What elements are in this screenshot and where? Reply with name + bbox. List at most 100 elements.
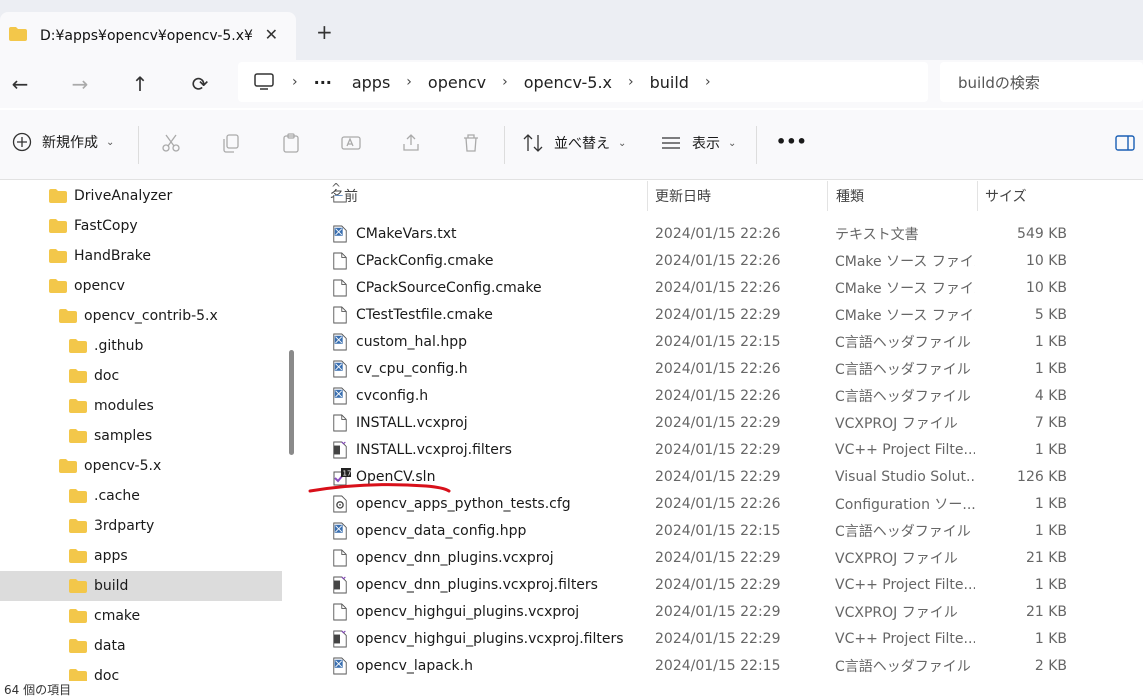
chevron-right-icon: › xyxy=(292,74,298,90)
file-row[interactable]: CPackConfig.cmake 2024/01/15 22:26 CMake ソ… xyxy=(324,247,1094,274)
file-size: 126 KB xyxy=(1017,468,1067,485)
file-date: 2024/01/15 22:29 xyxy=(655,603,781,620)
sort-label: 並べ替え xyxy=(554,136,610,152)
sidebar-item[interactable]: opencv xyxy=(0,271,282,301)
file-row[interactable]: opencv_dnn_plugins.vcxproj.filters 2024/0… xyxy=(324,571,1094,598)
new-tab-button[interactable]: + xyxy=(316,20,333,44)
breadcrumb-apps[interactable]: apps xyxy=(352,73,390,92)
file-row[interactable]: opencv_highgui_plugins.vcxproj.filters 20… xyxy=(324,625,1094,652)
file-date: 2024/01/15 22:29 xyxy=(655,306,781,323)
breadcrumb-opencv[interactable]: opencv xyxy=(428,73,486,92)
file-type: C言語ヘッダファイル xyxy=(835,361,971,378)
file-row[interactable]: CTestTestfile.cmake 2024/01/15 22:29 CMake… xyxy=(324,301,1094,328)
sidebar-item[interactable]: .cache xyxy=(0,481,282,511)
sidebar-item[interactable]: doc xyxy=(0,661,282,681)
file-date: 2024/01/15 22:15 xyxy=(655,522,781,539)
file-icon xyxy=(332,252,348,274)
file-type: CMake ソース ファイル xyxy=(835,280,975,297)
sidebar-item[interactable]: HandBrake xyxy=(0,241,282,271)
file-name: CMakeVars.txt xyxy=(356,225,457,242)
file-date: 2024/01/15 22:29 xyxy=(655,549,781,566)
navigation-pane: DriveAnalyzer FastCopy HandBrake opencv open… xyxy=(0,181,300,681)
file-icon xyxy=(332,549,348,571)
share-button[interactable] xyxy=(400,132,422,154)
folder-icon xyxy=(68,338,88,354)
sidebar-item[interactable]: 3rdparty xyxy=(0,511,282,541)
sidebar-item[interactable]: data xyxy=(0,631,282,661)
file-name: opencv_lapack.h xyxy=(356,657,473,674)
folder-icon xyxy=(68,668,88,681)
sidebar-item-label: 3rdparty xyxy=(94,518,155,534)
more-options-button[interactable]: ••• xyxy=(776,132,807,151)
up-button[interactable]: ↑ xyxy=(124,68,156,100)
sort-button[interactable]: 並べ替え ⌄ xyxy=(522,132,626,154)
sidebar-item-label: opencv_contrib-5.x xyxy=(84,308,218,324)
file-row[interactable]: opencv_dnn_plugins.vcxproj 2024/01/15 22:… xyxy=(324,544,1094,571)
sidebar-item-label: data xyxy=(94,638,126,654)
file-row[interactable]: opencv_highgui_plugins.vcxproj 2024/01/15… xyxy=(324,598,1094,625)
file-row[interactable]: cvconfig.h 2024/01/15 22:26 C言語ヘッダファイル 4 KB xyxy=(324,382,1094,409)
file-date: 2024/01/15 22:29 xyxy=(655,630,781,647)
file-row[interactable]: CMakeVars.txt 2024/01/15 22:26 テキスト文書 549 K… xyxy=(324,220,1094,247)
breadcrumb-overflow[interactable]: ··· xyxy=(314,73,332,92)
file-row[interactable]: cv_cpu_config.h 2024/01/15 22:26 C言語ヘッダファイ… xyxy=(324,355,1094,382)
sort-icon xyxy=(523,134,543,152)
file-date: 2024/01/15 22:29 xyxy=(655,414,781,431)
delete-button[interactable] xyxy=(460,132,482,154)
sidebar-item[interactable]: DriveAnalyzer xyxy=(0,181,282,211)
details-pane-button[interactable] xyxy=(1114,132,1136,154)
sidebar-item[interactable]: opencv-5.x xyxy=(0,451,282,481)
breadcrumb-build[interactable]: build xyxy=(650,73,689,92)
navigation-bar: ← → ↑ ⟳ › ··· apps › opencv › opencv-5.x… xyxy=(0,60,1143,108)
view-label: 表示 xyxy=(692,136,720,152)
folder-icon xyxy=(68,518,88,534)
file-row[interactable]: custom_hal.hpp 2024/01/15 22:15 C言語ヘッダファイル… xyxy=(324,328,1094,355)
view-button[interactable]: 表示 ⌄ xyxy=(660,132,736,154)
breadcrumb-opencv-5x[interactable]: opencv-5.x xyxy=(524,73,612,92)
details-pane-icon xyxy=(1115,135,1135,151)
sidebar-item[interactable]: apps xyxy=(0,541,282,571)
sidebar-item[interactable]: doc xyxy=(0,361,282,391)
file-name: opencv_highgui_plugins.vcxproj.filters xyxy=(356,630,624,647)
divider xyxy=(756,126,757,164)
file-name: INSTALL.vcxproj xyxy=(356,414,468,431)
sidebar-item[interactable]: samples xyxy=(0,421,282,451)
sidebar-item[interactable]: cmake xyxy=(0,601,282,631)
forward-button[interactable]: → xyxy=(64,68,96,100)
sidebar-item-label: doc xyxy=(94,668,120,681)
chevron-right-icon: › xyxy=(502,74,508,90)
cut-button[interactable] xyxy=(160,132,182,154)
file-row[interactable]: opencv_data_config.hpp 2024/01/15 22:15 C言… xyxy=(324,517,1094,544)
file-row[interactable]: CPackSourceConfig.cmake 2024/01/15 22:26 C… xyxy=(324,274,1094,301)
sidebar-item[interactable]: FastCopy xyxy=(0,211,282,241)
search-input[interactable]: buildの検索 xyxy=(940,62,1143,102)
file-row[interactable]: INSTALL.vcxproj 2024/01/15 22:29 VCXPROJ フ… xyxy=(324,409,1094,436)
sidebar-scrollbar[interactable] xyxy=(289,350,294,455)
filters-file-icon xyxy=(332,576,348,598)
sidebar-item-label: .github xyxy=(94,338,144,354)
refresh-button[interactable]: ⟳ xyxy=(184,68,216,100)
plus-circle-icon xyxy=(12,132,32,152)
chevron-right-icon[interactable]: › xyxy=(705,74,711,90)
file-row[interactable]: opencv_lapack.h 2024/01/15 22:15 C言語ヘッダファイ… xyxy=(324,652,1094,679)
file-name: CPackSourceConfig.cmake xyxy=(356,279,542,296)
sidebar-item[interactable]: build xyxy=(0,571,282,601)
copy-button[interactable] xyxy=(220,132,242,154)
file-type: VC++ Project Filte... xyxy=(835,441,975,458)
file-row-partial[interactable] xyxy=(324,195,1094,213)
code-file-icon xyxy=(332,225,348,247)
paste-button[interactable] xyxy=(280,132,302,154)
sidebar-item-label: opencv-5.x xyxy=(84,458,162,474)
tab-current-folder[interactable]: D:¥apps¥opencv¥opencv-5.x¥ ✕ xyxy=(0,12,296,60)
address-bar[interactable]: › ··· apps › opencv › opencv-5.x › build… xyxy=(238,62,928,102)
file-type: VCXPROJ ファイル xyxy=(835,550,958,567)
folder-icon xyxy=(48,218,68,234)
sidebar-item[interactable]: opencv_contrib-5.x xyxy=(0,301,282,331)
sidebar-item[interactable]: .github xyxy=(0,331,282,361)
file-row[interactable]: INSTALL.vcxproj.filters 2024/01/15 22:29 V… xyxy=(324,436,1094,463)
new-button[interactable]: 新規作成 ⌄ xyxy=(12,132,114,152)
close-tab-icon[interactable]: ✕ xyxy=(265,25,278,44)
rename-button[interactable] xyxy=(340,132,362,154)
sidebar-item[interactable]: modules xyxy=(0,391,282,421)
back-button[interactable]: ← xyxy=(4,68,36,100)
